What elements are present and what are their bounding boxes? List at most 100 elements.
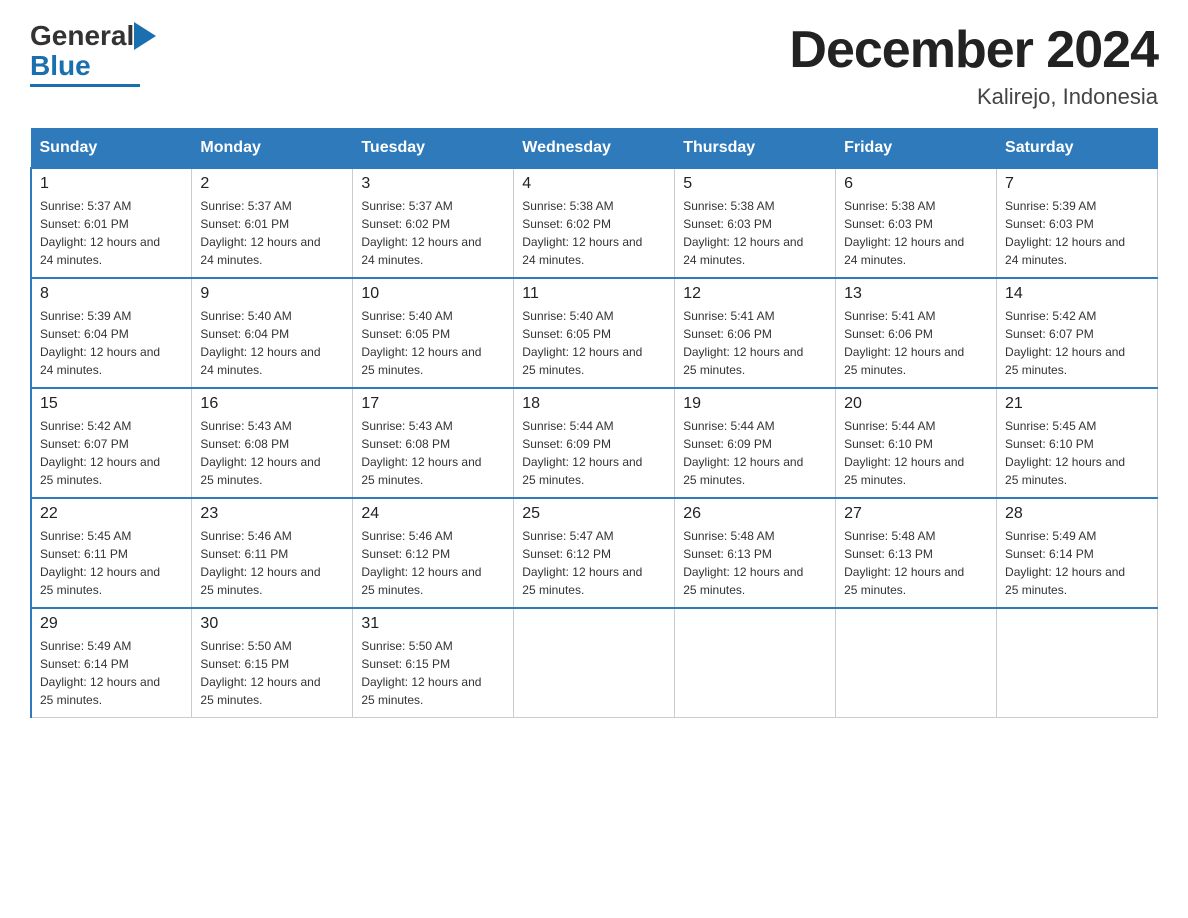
day-number: 7 <box>1005 175 1149 193</box>
calendar-header-tuesday: Tuesday <box>353 129 514 169</box>
page-title: December 2024 <box>789 20 1158 80</box>
day-number: 24 <box>361 505 505 523</box>
day-number: 13 <box>844 285 988 303</box>
day-info: Sunrise: 5:42 AMSunset: 6:07 PMDaylight:… <box>40 417 183 489</box>
day-number: 21 <box>1005 395 1149 413</box>
calendar-cell <box>836 608 997 718</box>
day-number: 17 <box>361 395 505 413</box>
calendar-header-thursday: Thursday <box>675 129 836 169</box>
day-info: Sunrise: 5:39 AMSunset: 6:03 PMDaylight:… <box>1005 197 1149 269</box>
day-info: Sunrise: 5:37 AMSunset: 6:01 PMDaylight:… <box>40 197 183 269</box>
day-info: Sunrise: 5:38 AMSunset: 6:02 PMDaylight:… <box>522 197 666 269</box>
day-info: Sunrise: 5:44 AMSunset: 6:10 PMDaylight:… <box>844 417 988 489</box>
day-number: 16 <box>200 395 344 413</box>
day-info: Sunrise: 5:42 AMSunset: 6:07 PMDaylight:… <box>1005 307 1149 379</box>
day-number: 28 <box>1005 505 1149 523</box>
day-number: 1 <box>40 175 183 193</box>
day-number: 30 <box>200 615 344 633</box>
day-info: Sunrise: 5:50 AMSunset: 6:15 PMDaylight:… <box>361 637 505 709</box>
day-info: Sunrise: 5:40 AMSunset: 6:05 PMDaylight:… <box>522 307 666 379</box>
day-info: Sunrise: 5:38 AMSunset: 6:03 PMDaylight:… <box>844 197 988 269</box>
calendar-cell: 21 Sunrise: 5:45 AMSunset: 6:10 PMDayligh… <box>997 388 1158 498</box>
day-number: 8 <box>40 285 183 303</box>
day-info: Sunrise: 5:40 AMSunset: 6:04 PMDaylight:… <box>200 307 344 379</box>
calendar-header-row: SundayMondayTuesdayWednesdayThursdayFrid… <box>31 129 1158 169</box>
calendar-week-row: 29Sunrise: 5:49 AMSunset: 6:14 PMDayligh… <box>31 608 1158 718</box>
calendar-cell: 6 Sunrise: 5:38 AMSunset: 6:03 PMDaylight… <box>836 168 997 278</box>
calendar-cell: 5Sunrise: 5:38 AMSunset: 6:03 PMDaylight… <box>675 168 836 278</box>
day-number: 23 <box>200 505 344 523</box>
day-info: Sunrise: 5:37 AMSunset: 6:02 PMDaylight:… <box>361 197 505 269</box>
day-info: Sunrise: 5:41 AMSunset: 6:06 PMDaylight:… <box>844 307 988 379</box>
calendar-cell: 4 Sunrise: 5:38 AMSunset: 6:02 PMDaylight… <box>514 168 675 278</box>
calendar-cell: 20 Sunrise: 5:44 AMSunset: 6:10 PMDayligh… <box>836 388 997 498</box>
day-number: 15 <box>40 395 183 413</box>
calendar-cell: 27 Sunrise: 5:48 AMSunset: 6:13 PMDayligh… <box>836 498 997 608</box>
calendar-cell: 2 Sunrise: 5:37 AMSunset: 6:01 PMDaylight… <box>192 168 353 278</box>
calendar-cell <box>514 608 675 718</box>
title-area: December 2024 Kalirejo, Indonesia <box>789 20 1158 110</box>
calendar-cell: 10 Sunrise: 5:40 AMSunset: 6:05 PMDayligh… <box>353 278 514 388</box>
day-number: 3 <box>361 175 505 193</box>
logo-general-text: General <box>30 20 134 52</box>
calendar-cell: 13 Sunrise: 5:41 AMSunset: 6:06 PMDayligh… <box>836 278 997 388</box>
calendar-cell: 23 Sunrise: 5:46 AMSunset: 6:11 PMDayligh… <box>192 498 353 608</box>
calendar-header-sunday: Sunday <box>31 129 192 169</box>
day-info: Sunrise: 5:45 AMSunset: 6:11 PMDaylight:… <box>40 527 183 599</box>
day-info: Sunrise: 5:48 AMSunset: 6:13 PMDaylight:… <box>844 527 988 599</box>
calendar-week-row: 15 Sunrise: 5:42 AMSunset: 6:07 PMDayligh… <box>31 388 1158 498</box>
day-number: 11 <box>522 285 666 303</box>
calendar-cell <box>997 608 1158 718</box>
day-number: 20 <box>844 395 988 413</box>
day-info: Sunrise: 5:46 AMSunset: 6:11 PMDaylight:… <box>200 527 344 599</box>
calendar-header-monday: Monday <box>192 129 353 169</box>
day-number: 12 <box>683 285 827 303</box>
calendar-cell: 3 Sunrise: 5:37 AMSunset: 6:02 PMDaylight… <box>353 168 514 278</box>
calendar-cell: 19Sunrise: 5:44 AMSunset: 6:09 PMDayligh… <box>675 388 836 498</box>
day-number: 2 <box>200 175 344 193</box>
header: General Blue December 2024 Kalirejo, Ind… <box>30 20 1158 110</box>
calendar-cell: 16Sunrise: 5:43 AMSunset: 6:08 PMDayligh… <box>192 388 353 498</box>
day-number: 31 <box>361 615 505 633</box>
logo: General Blue <box>30 20 156 87</box>
calendar-cell: 28Sunrise: 5:49 AMSunset: 6:14 PMDayligh… <box>997 498 1158 608</box>
day-info: Sunrise: 5:47 AMSunset: 6:12 PMDaylight:… <box>522 527 666 599</box>
day-number: 14 <box>1005 285 1149 303</box>
day-number: 27 <box>844 505 988 523</box>
day-number: 26 <box>683 505 827 523</box>
calendar-cell: 25 Sunrise: 5:47 AMSunset: 6:12 PMDayligh… <box>514 498 675 608</box>
calendar-cell: 7 Sunrise: 5:39 AMSunset: 6:03 PMDaylight… <box>997 168 1158 278</box>
day-info: Sunrise: 5:41 AMSunset: 6:06 PMDaylight:… <box>683 307 827 379</box>
day-info: Sunrise: 5:44 AMSunset: 6:09 PMDaylight:… <box>683 417 827 489</box>
calendar-header-friday: Friday <box>836 129 997 169</box>
calendar-cell: 17 Sunrise: 5:43 AMSunset: 6:08 PMDayligh… <box>353 388 514 498</box>
day-number: 6 <box>844 175 988 193</box>
calendar-week-row: 1 Sunrise: 5:37 AMSunset: 6:01 PMDaylight… <box>31 168 1158 278</box>
calendar-header-wednesday: Wednesday <box>514 129 675 169</box>
day-number: 4 <box>522 175 666 193</box>
day-info: Sunrise: 5:43 AMSunset: 6:08 PMDaylight:… <box>361 417 505 489</box>
calendar-cell: 15 Sunrise: 5:42 AMSunset: 6:07 PMDayligh… <box>31 388 192 498</box>
logo-underline <box>30 84 140 87</box>
day-info: Sunrise: 5:38 AMSunset: 6:03 PMDaylight:… <box>683 197 827 269</box>
calendar-cell: 12 Sunrise: 5:41 AMSunset: 6:06 PMDayligh… <box>675 278 836 388</box>
calendar-cell: 30 Sunrise: 5:50 AMSunset: 6:15 PMDayligh… <box>192 608 353 718</box>
day-info: Sunrise: 5:39 AMSunset: 6:04 PMDaylight:… <box>40 307 183 379</box>
day-info: Sunrise: 5:48 AMSunset: 6:13 PMDaylight:… <box>683 527 827 599</box>
day-info: Sunrise: 5:40 AMSunset: 6:05 PMDaylight:… <box>361 307 505 379</box>
logo-blue-text: Blue <box>30 50 91 82</box>
day-number: 10 <box>361 285 505 303</box>
day-number: 25 <box>522 505 666 523</box>
day-number: 22 <box>40 505 183 523</box>
calendar-cell <box>675 608 836 718</box>
day-number: 29 <box>40 615 183 633</box>
day-info: Sunrise: 5:46 AMSunset: 6:12 PMDaylight:… <box>361 527 505 599</box>
page-subtitle: Kalirejo, Indonesia <box>789 84 1158 110</box>
day-number: 9 <box>200 285 344 303</box>
day-info: Sunrise: 5:37 AMSunset: 6:01 PMDaylight:… <box>200 197 344 269</box>
calendar-cell: 8 Sunrise: 5:39 AMSunset: 6:04 PMDaylight… <box>31 278 192 388</box>
calendar-week-row: 22 Sunrise: 5:45 AMSunset: 6:11 PMDayligh… <box>31 498 1158 608</box>
calendar-week-row: 8 Sunrise: 5:39 AMSunset: 6:04 PMDaylight… <box>31 278 1158 388</box>
day-info: Sunrise: 5:50 AMSunset: 6:15 PMDaylight:… <box>200 637 344 709</box>
day-info: Sunrise: 5:45 AMSunset: 6:10 PMDaylight:… <box>1005 417 1149 489</box>
